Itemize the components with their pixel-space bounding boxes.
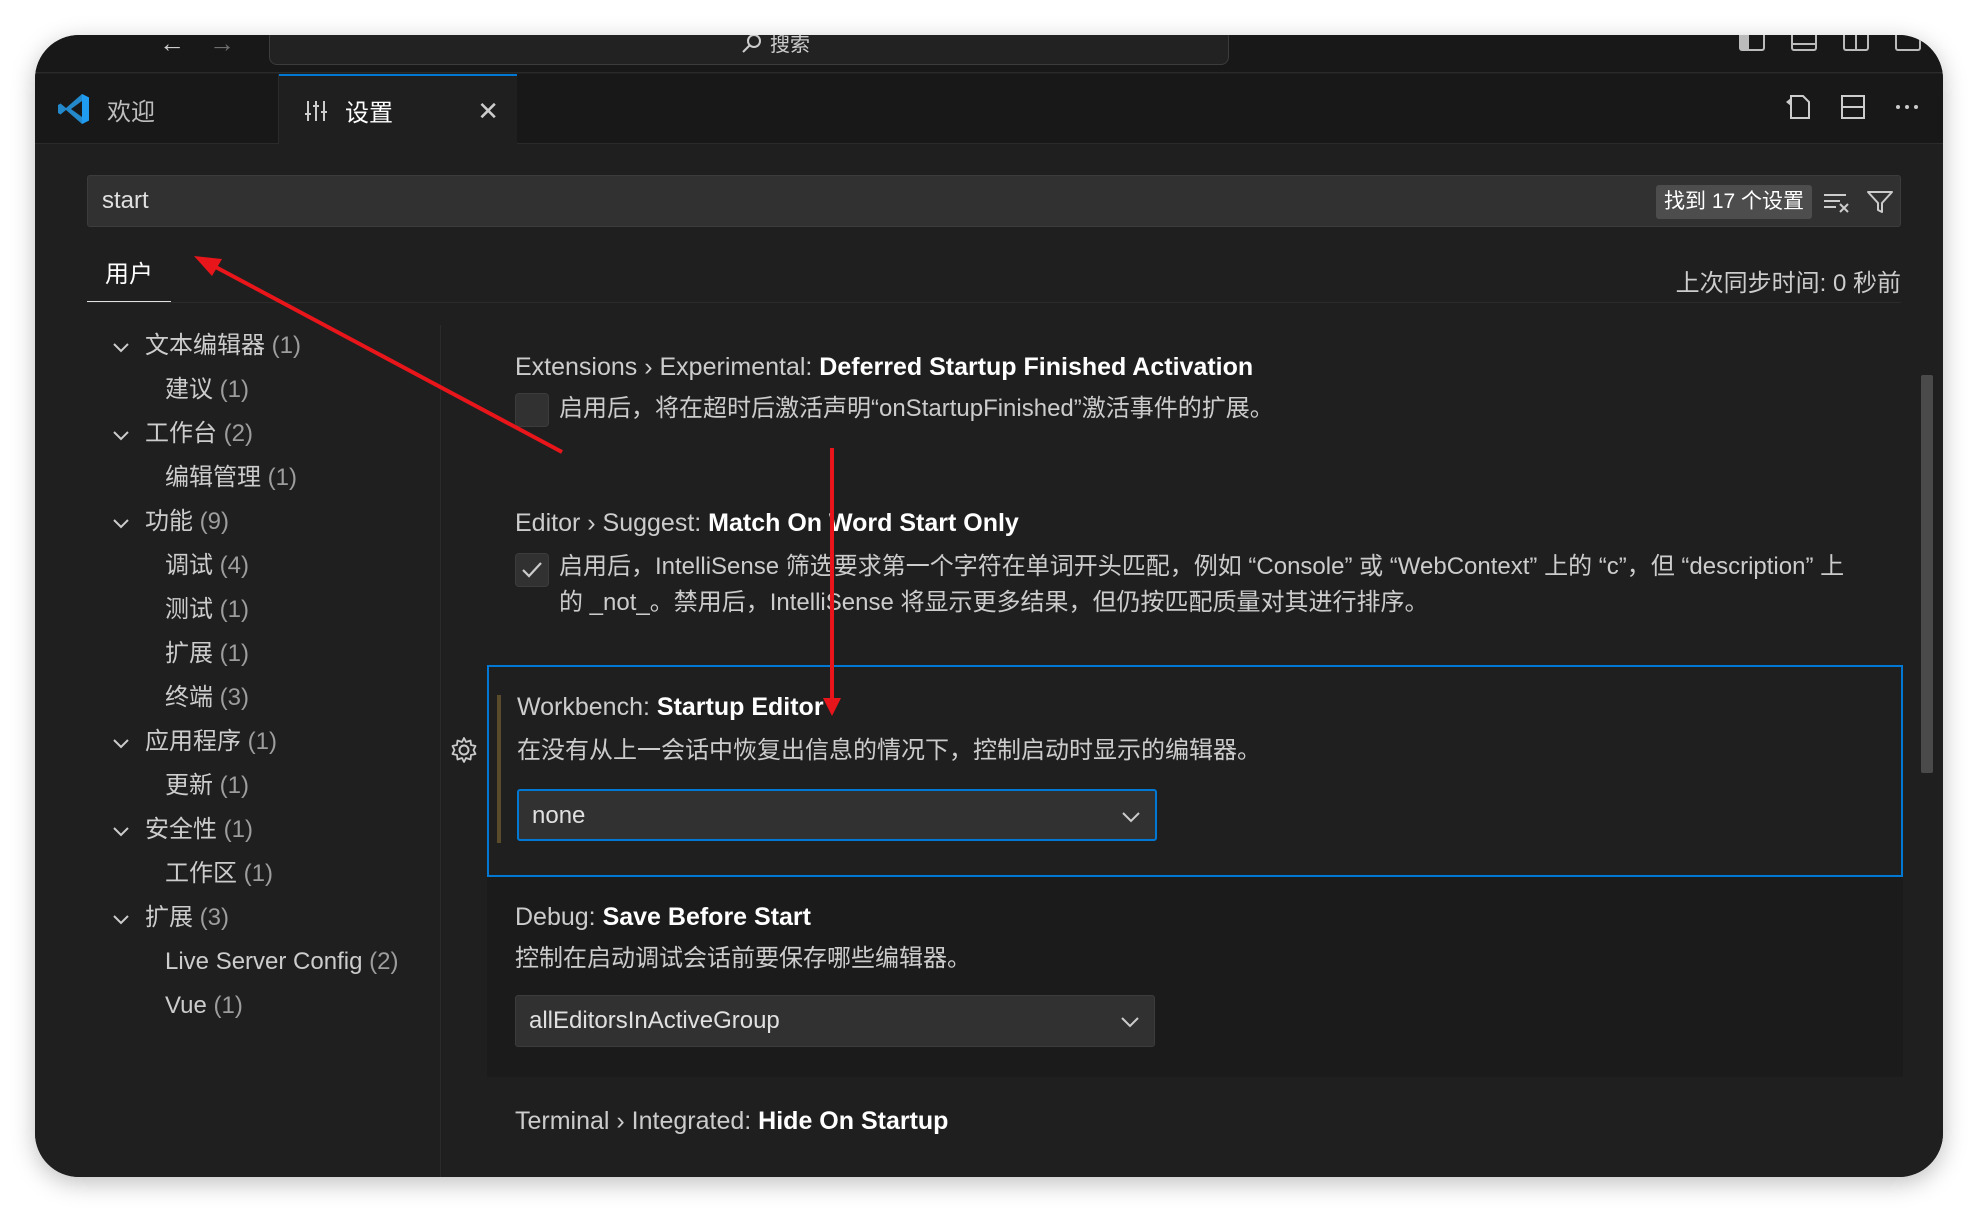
gear-icon[interactable] (449, 735, 479, 765)
toc-item[interactable]: 安全性 (1) (109, 813, 253, 847)
setting-checkbox[interactable] (515, 393, 549, 427)
open-settings-json-icon[interactable] (1783, 92, 1813, 122)
toggle-secondary-sidebar-icon[interactable] (1843, 35, 1869, 51)
modified-indicator (497, 695, 501, 843)
chevron-down-icon (113, 430, 129, 441)
settings-toc: 文本编辑器 (1) 建议 (1) 工作台 (2) 编辑管理 (1) 功能 (9)… (35, 325, 441, 1177)
scrollbar-thumb[interactable] (1921, 375, 1933, 773)
toc-item[interactable]: 工作台 (2) (109, 417, 253, 451)
settings-editor: 找到 17 个设置 用户 上次同步时间: 0 秒前 文本编辑器 (1) 建议 (… (35, 145, 1943, 1177)
setting-startup-editor: Workbench: Startup Editor 在没有从上一会话中恢复出信息… (487, 665, 1903, 877)
settings-list: Extensions › Experimental: Deferred Star… (487, 325, 1903, 1177)
toc-item[interactable]: 应用程序 (1) (109, 725, 277, 759)
editor-actions (1783, 92, 1921, 122)
clear-filter-icon[interactable] (1822, 188, 1850, 216)
toc-item[interactable]: 文本编辑器 (1) (109, 329, 301, 363)
title-bar: ← → 搜索 (35, 35, 1943, 73)
toc-item[interactable]: 编辑管理 (1) (165, 461, 297, 495)
setting-deferred-startup: Extensions › Experimental: Deferred Star… (487, 325, 1903, 475)
vscode-logo-icon (58, 94, 89, 124)
toc-item[interactable]: 测试 (1) (165, 593, 249, 627)
command-center-label: 搜索 (770, 35, 810, 56)
setting-title: Debug: Save Before Start (515, 903, 811, 931)
setting-title: Terminal › Integrated: Hide On Startup (515, 1107, 949, 1135)
tab-settings-label: 设置 (345, 100, 393, 127)
setting-checkbox[interactable] (515, 553, 549, 587)
toggle-primary-sidebar-icon[interactable] (1739, 35, 1765, 51)
chevron-down-icon (1122, 812, 1140, 823)
tab-settings[interactable]: 设置 ✕ (279, 74, 517, 145)
chevron-down-icon (113, 518, 129, 529)
back-arrow-icon[interactable]: ← (159, 35, 185, 56)
tab-welcome-label: 欢迎 (107, 98, 155, 126)
checkmark-icon (522, 562, 542, 578)
chevron-down-icon (113, 738, 129, 749)
search-icon (742, 35, 761, 53)
more-actions-icon[interactable] (1893, 93, 1921, 121)
scope-divider (87, 302, 1901, 303)
vscode-window: ← → 搜索 欢迎 设置 ✕ start 找到 17 个设置 用户 上次同步时间… (35, 35, 1943, 1177)
editor-tab-bar: 欢迎 设置 ✕ (35, 74, 1943, 145)
settings-search-input[interactable] (88, 176, 1588, 226)
toc-item[interactable]: 功能 (9) (109, 505, 229, 539)
toc-item[interactable]: 更新 (1) (165, 769, 249, 803)
toc-item[interactable]: 终端 (3) (165, 681, 249, 715)
setting-title: Editor › Suggest: Match On Word Start On… (515, 509, 1019, 537)
setting-hide-on-startup: Terminal › Integrated: Hide On Startup (487, 1077, 1903, 1177)
setting-description: 启用后，IntelliSense 筛选要求第一个字符在单词开头匹配，例如 “Co… (559, 553, 1845, 616)
setting-description: 在没有从上一会话中恢复出信息的情况下，控制启动时显示的编辑器。 (517, 737, 1261, 764)
sync-status: 上次同步时间: 0 秒前 (1675, 270, 1901, 297)
result-count-badge: 找到 17 个设置 (1656, 185, 1813, 219)
setting-description: 控制在启动调试会话前要保存哪些编辑器。 (515, 945, 971, 972)
forward-arrow-icon[interactable]: → (209, 35, 235, 56)
command-center[interactable]: 搜索 (269, 35, 1229, 65)
close-icon[interactable]: ✕ (477, 96, 499, 127)
toc-item[interactable]: 工作区 (1) (165, 857, 273, 891)
setting-title: Extensions › Experimental: Deferred Star… (515, 353, 1254, 381)
chevron-down-icon (113, 342, 129, 353)
toc-item[interactable]: Vue (1) (165, 989, 243, 1023)
toc-item[interactable]: 扩展 (3) (109, 901, 229, 935)
toc-item[interactable]: 建议 (1) (165, 373, 249, 407)
chevron-down-icon (113, 826, 129, 837)
filter-icon[interactable] (1866, 188, 1894, 216)
chevron-down-icon (113, 914, 129, 925)
save-before-start-select[interactable]: allEditorsInActiveGroup (515, 995, 1155, 1047)
toggle-panel-icon[interactable] (1791, 35, 1817, 51)
settings-sliders-icon (305, 100, 327, 121)
split-editor-icon[interactable] (1839, 93, 1867, 121)
toc-item[interactable]: 扩展 (1) (165, 637, 249, 671)
setting-match-word-start: Editor › Suggest: Match On Word Start On… (487, 475, 1903, 665)
chevron-down-icon (1121, 1017, 1139, 1028)
setting-title: Workbench: Startup Editor (517, 693, 824, 721)
setting-save-before-start: Debug: Save Before Start 控制在启动调试会话前要保存哪些… (487, 877, 1903, 1077)
toc-item[interactable]: Live Server Config (2) (165, 945, 398, 979)
customize-layout-icon[interactable] (1895, 35, 1921, 51)
settings-search-box: 找到 17 个设置 (87, 175, 1901, 227)
user-settings-tab[interactable]: 用户 (87, 255, 171, 303)
toc-item[interactable]: 调试 (4) (165, 549, 249, 583)
startup-editor-select[interactable]: none (517, 789, 1157, 841)
setting-description: 启用后，将在超时后激活声明“onStartupFinished”激活事件的扩展。 (559, 395, 1274, 422)
tab-welcome[interactable]: 欢迎 (35, 74, 279, 144)
